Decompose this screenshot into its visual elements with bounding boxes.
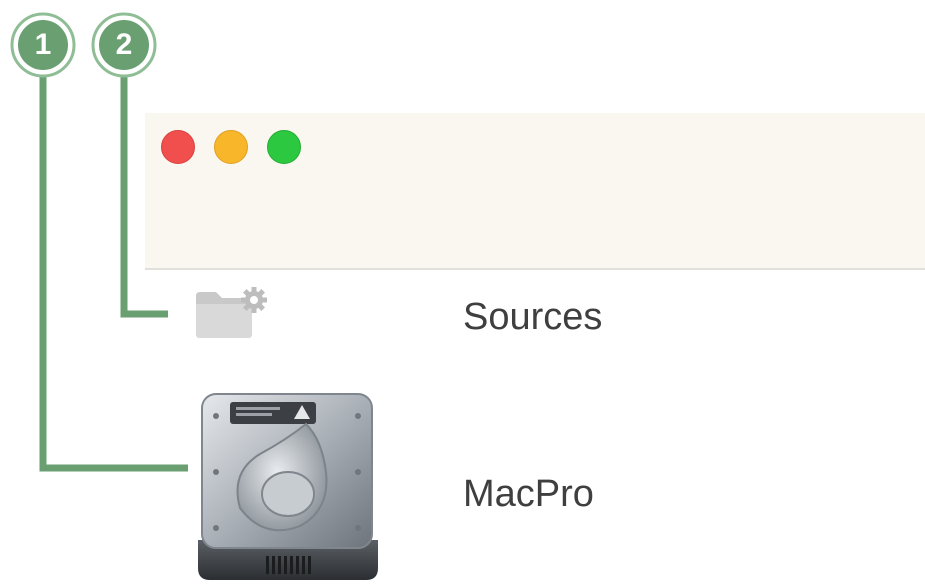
folder-gear-icon[interactable]	[192, 286, 272, 342]
hard-drive-icon[interactable]	[190, 390, 386, 584]
close-button[interactable]	[161, 130, 195, 164]
callout-2-number: 2	[115, 28, 133, 61]
callout-1-number: 1	[34, 28, 52, 61]
sources-label[interactable]: Sources	[463, 296, 602, 339]
macpro-label[interactable]: MacPro	[463, 473, 594, 516]
zoom-button[interactable]	[267, 130, 301, 164]
minimize-button[interactable]	[214, 130, 248, 164]
window-toolbar	[145, 113, 925, 270]
